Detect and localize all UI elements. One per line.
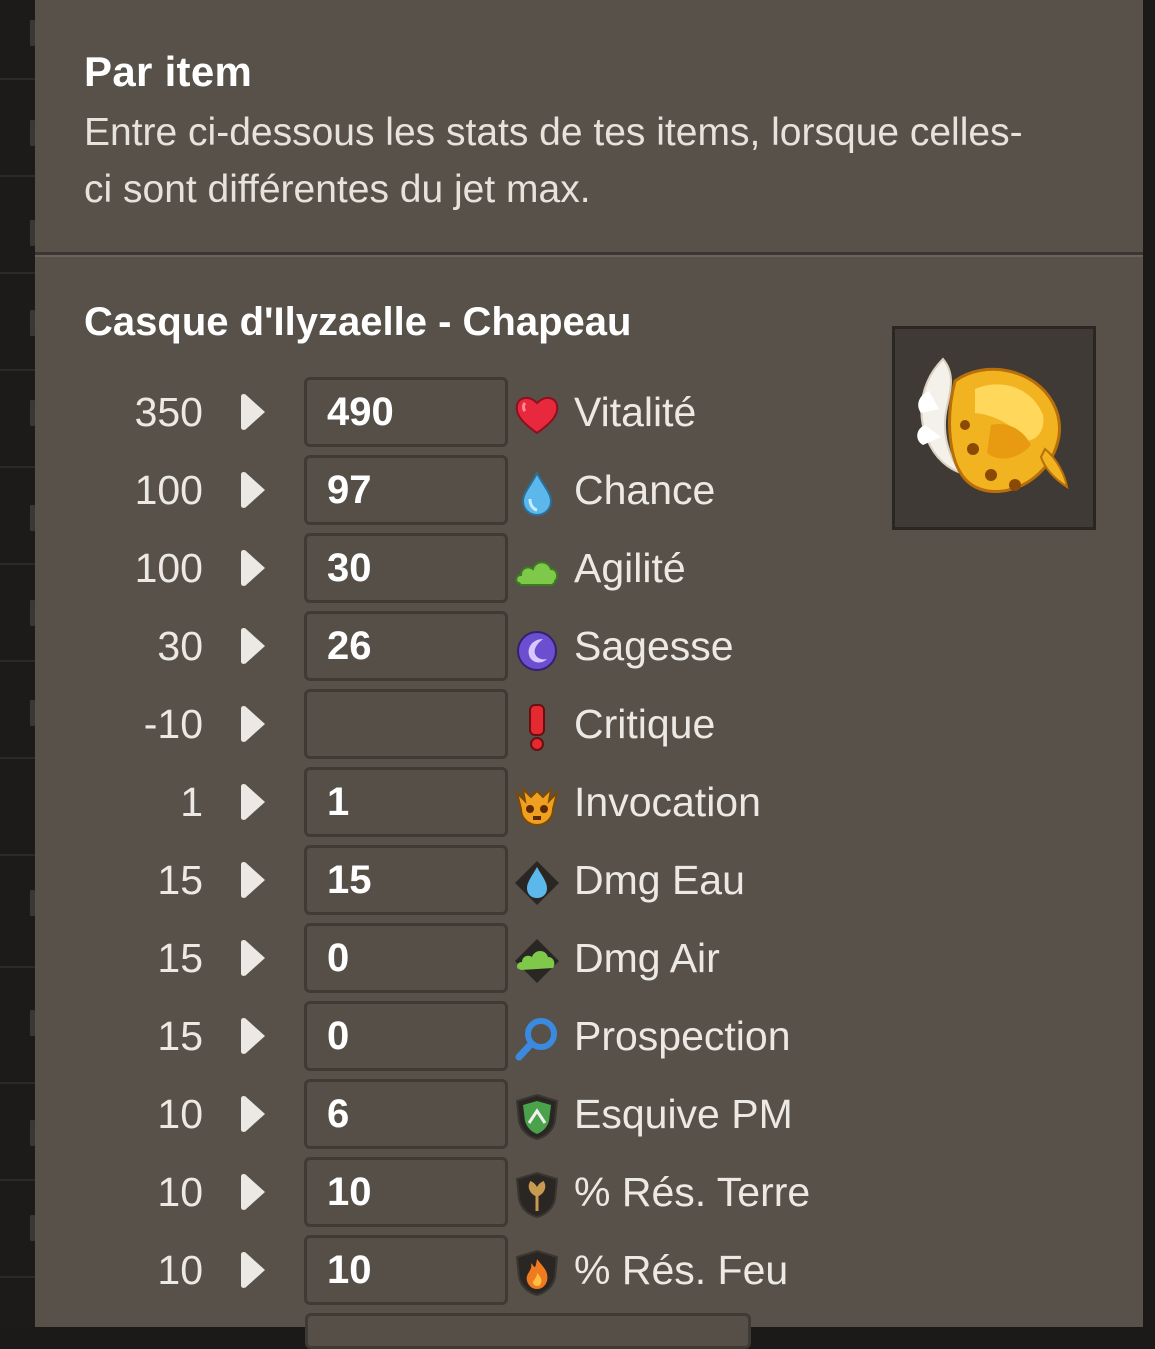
stat-label: Vitalité [574, 389, 697, 435]
stat-max-value: -10 [143, 701, 203, 747]
stat-row: 1 Invocation [35, 767, 915, 837]
stat-max-value: 15 [157, 935, 203, 981]
stat-max-value: 15 [157, 1013, 203, 1059]
stat-row: 15 Dmg Air [35, 923, 915, 993]
stat-row: 10 Esquive PM [35, 1079, 915, 1149]
play-arrow-icon [241, 472, 265, 508]
stat-row: 100 Agilité [35, 533, 915, 603]
stat-max-value: 350 [134, 389, 203, 435]
stat-value-input[interactable] [304, 767, 508, 837]
play-arrow-icon [241, 1174, 265, 1210]
section-divider [35, 252, 1143, 257]
stat-row: 15 Dmg Eau [35, 845, 915, 915]
stat-label: Agilité [574, 545, 686, 591]
stat-value-input[interactable] [304, 1235, 508, 1305]
water-drop-icon [513, 469, 561, 517]
play-arrow-icon [241, 394, 265, 430]
stat-max-value: 100 [134, 467, 203, 513]
play-arrow-icon [241, 1252, 265, 1288]
left-background-strip [0, 0, 35, 1327]
play-arrow-icon [241, 550, 265, 586]
stat-max-value: 1 [180, 779, 203, 825]
earth-resist-shield-icon [513, 1171, 561, 1219]
section-description: Entre ci-dessous les stats de tes items,… [84, 111, 1023, 211]
stat-value-input[interactable] [304, 1001, 508, 1071]
dodge-mp-shield-icon [513, 1093, 561, 1141]
play-arrow-icon [241, 1018, 265, 1054]
play-arrow-icon [241, 784, 265, 820]
stat-label: Invocation [574, 779, 761, 825]
stat-label: Dmg Air [574, 935, 720, 981]
stat-label: Esquive PM [574, 1091, 793, 1137]
stat-label: Prospection [574, 1013, 791, 1059]
play-arrow-icon [241, 862, 265, 898]
heart-icon [513, 391, 561, 439]
play-arrow-icon [241, 628, 265, 664]
stat-row: 10 % Rés. Feu [35, 1235, 915, 1305]
stat-row: -10 Critique [35, 689, 915, 759]
stat-label: Sagesse [574, 623, 734, 669]
stat-row: 350 Vitalité [35, 377, 915, 447]
stat-label: Chance [574, 467, 716, 513]
stat-row: 100 Chance [35, 455, 915, 525]
play-arrow-icon [241, 940, 265, 976]
stat-max-value: 10 [157, 1247, 203, 1293]
stat-value-input[interactable] [304, 377, 508, 447]
section-title: Par item [84, 48, 253, 95]
item-stats-panel: Par item Entre ci-dessous les stats de t… [35, 0, 1143, 1349]
stat-max-value: 15 [157, 857, 203, 903]
golden-winged-helmet-icon [917, 357, 1069, 493]
stat-value-input[interactable] [304, 1157, 508, 1227]
stat-max-value: 10 [157, 1169, 203, 1215]
stat-value-input[interactable] [304, 533, 508, 603]
stat-label: Critique [574, 701, 716, 747]
water-damage-icon [513, 859, 561, 907]
stat-value-input[interactable] [304, 611, 508, 681]
item-image [892, 326, 1096, 530]
play-arrow-icon [241, 1096, 265, 1132]
fire-resist-shield-icon [513, 1249, 561, 1297]
stat-value-input[interactable] [304, 455, 508, 525]
stat-label: Dmg Eau [574, 857, 745, 903]
stat-value-input[interactable] [304, 923, 508, 993]
stat-max-value: 10 [157, 1091, 203, 1137]
stat-label: % Rés. Feu [574, 1247, 789, 1293]
next-stat-input-partial[interactable] [305, 1313, 751, 1349]
stat-max-value: 30 [157, 623, 203, 669]
exclamation-icon [513, 703, 561, 751]
air-damage-icon [513, 937, 561, 985]
stat-label: % Rés. Terre [574, 1169, 811, 1215]
stat-value-input[interactable] [304, 689, 508, 759]
stat-value-input[interactable] [304, 1079, 508, 1149]
stat-row: 15 Prospection [35, 1001, 915, 1071]
right-background-edge [1143, 0, 1155, 1327]
stat-max-value: 100 [134, 545, 203, 591]
stat-row: 10 % Rés. Terre [35, 1157, 915, 1227]
item-name: Casque d'Ilyzaelle - Chapeau [84, 300, 632, 344]
stat-value-input[interactable] [304, 845, 508, 915]
magnifier-icon [513, 1015, 561, 1063]
summon-skull-icon [513, 781, 561, 829]
play-arrow-icon [241, 706, 265, 742]
air-cloud-icon [513, 547, 561, 595]
stat-row: 30 Sagesse [35, 611, 915, 681]
wisdom-moon-icon [513, 625, 561, 673]
